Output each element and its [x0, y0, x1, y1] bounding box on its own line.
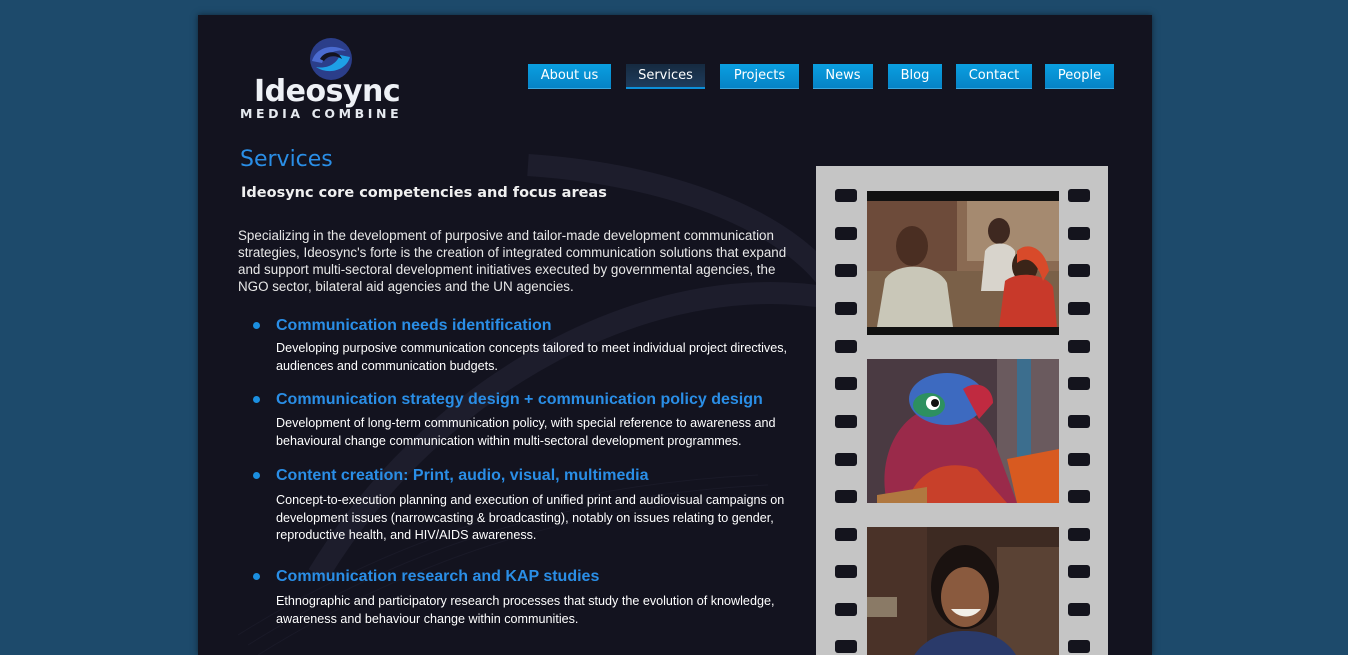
sprocket-hole	[835, 490, 857, 503]
filmstrip-photo-2	[867, 359, 1059, 503]
sprocket-hole	[1068, 490, 1090, 503]
service-title: Content creation: Print, audio, visual, …	[276, 467, 649, 484]
page-title: Services	[240, 147, 333, 172]
service-description: Development of long-term communication p…	[276, 416, 776, 448]
page-container: Ideosync MEDIA COMBINE About us Services…	[198, 15, 1152, 655]
photo-smiling-girl	[867, 527, 1059, 655]
service-title: Communication research and KAP studies	[276, 568, 600, 585]
sprocket-hole	[1068, 302, 1090, 315]
photo-puppet	[867, 359, 1059, 503]
sprocket-hole	[1068, 415, 1090, 428]
sprocket-hole	[1068, 264, 1090, 277]
sprocket-hole	[835, 227, 857, 240]
sprocket-hole	[1068, 377, 1090, 390]
service-title: Communication needs identification	[276, 317, 552, 334]
sprocket-hole	[835, 189, 857, 202]
bullet-dot-icon	[253, 573, 260, 580]
sprocket-hole	[835, 302, 857, 315]
sprocket-hole	[1068, 640, 1090, 653]
sprocket-hole	[835, 640, 857, 653]
service-description: Ethnographic and participatory research …	[276, 594, 775, 626]
sprocket-hole	[835, 603, 857, 616]
filmstrip-photo-3	[867, 527, 1059, 655]
service-description: Developing purposive communication conce…	[276, 341, 788, 373]
filmstrip-photo-1	[867, 191, 1059, 335]
sprocket-hole	[835, 453, 857, 466]
sprocket-hole	[835, 528, 857, 541]
filmstrip-gallery	[816, 166, 1108, 655]
photo-villagers-interview	[867, 191, 1059, 335]
nav-blog[interactable]: Blog	[888, 64, 942, 89]
nav-services[interactable]: Services	[626, 64, 705, 89]
sprocket-hole	[835, 415, 857, 428]
sprocket-hole	[835, 565, 857, 578]
nav-news[interactable]: News	[813, 64, 873, 89]
sprocket-hole	[1068, 340, 1090, 353]
sprocket-hole	[835, 264, 857, 277]
sprocket-hole	[835, 377, 857, 390]
intro-paragraph: Specializing in the development of purpo…	[238, 228, 787, 294]
sprocket-hole	[1068, 227, 1090, 240]
bullet-dot-icon	[253, 396, 260, 403]
nav-projects[interactable]: Projects	[720, 64, 799, 89]
sprocket-hole	[1068, 565, 1090, 578]
logo[interactable]: Ideosync MEDIA COMBINE	[240, 37, 420, 121]
page-subtitle: Ideosync core competencies and focus are…	[241, 185, 607, 201]
logo-tagline: MEDIA COMBINE	[240, 106, 403, 121]
service-title: Communication strategy design + communic…	[276, 391, 763, 408]
sprocket-hole	[1068, 189, 1090, 202]
sprocket-hole	[1068, 453, 1090, 466]
logo-name: Ideosync	[254, 74, 401, 109]
sprocket-hole	[1068, 528, 1090, 541]
sprocket-hole	[835, 340, 857, 353]
nav-people[interactable]: People	[1045, 64, 1114, 89]
sprocket-hole	[1068, 603, 1090, 616]
nav-contact[interactable]: Contact	[956, 64, 1032, 89]
nav-about-us[interactable]: About us	[528, 64, 611, 89]
service-description: Concept-to-execution planning and execut…	[276, 493, 785, 542]
bullet-dot-icon	[253, 472, 260, 479]
bullet-dot-icon	[253, 322, 260, 329]
